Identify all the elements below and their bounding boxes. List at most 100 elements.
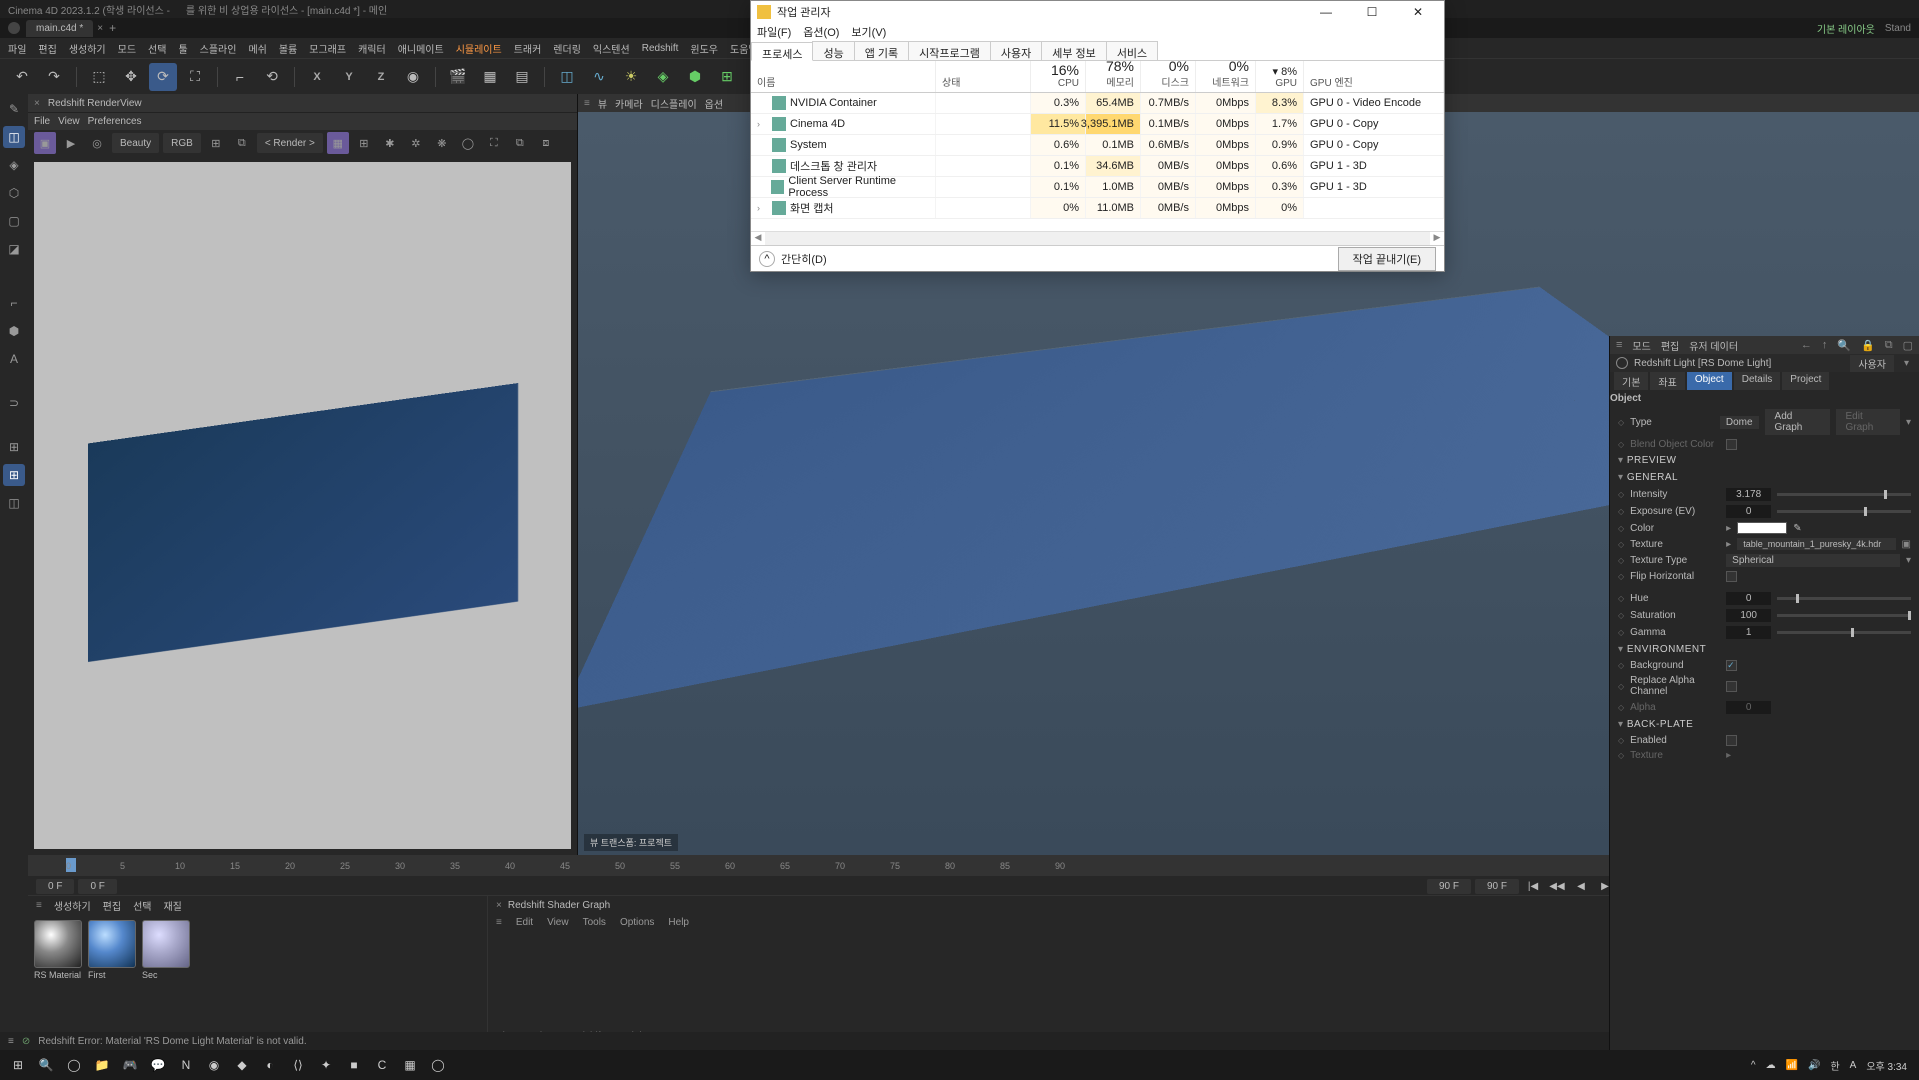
rv-mode-select[interactable]: Beauty (112, 133, 159, 153)
tab-processes[interactable]: 프로세스 (751, 42, 813, 61)
process-row[interactable]: NVIDIA Container0.3%65.4MB0.7MB/s0Mbps8.… (751, 93, 1444, 114)
rv-render-select[interactable]: < Render > (257, 133, 323, 153)
rv-grid-icon[interactable]: ⊞ (205, 132, 227, 154)
search-icon[interactable]: 🔍 (1837, 339, 1851, 352)
vp-menu-view[interactable]: 뷰 (598, 96, 607, 111)
rv-crop-icon[interactable]: ⧉ (231, 132, 253, 154)
exposure-slider[interactable] (1777, 510, 1911, 513)
user-select[interactable]: 사용자 (1850, 355, 1894, 372)
app1-icon[interactable]: ◆ (228, 1051, 256, 1079)
group-environment[interactable]: ENVIRONMENT (1610, 641, 1919, 658)
coord1-icon[interactable]: ⌐ (226, 63, 254, 91)
mat-create[interactable]: 생성하기 (54, 898, 91, 913)
process-row[interactable]: 데스크톱 창 관리자0.1%34.6MB0MB/s0Mbps0.6%GPU 1 … (751, 156, 1444, 177)
g-tools[interactable]: Tools (583, 917, 606, 928)
texture-type-select[interactable]: Spherical (1726, 554, 1900, 567)
coord-icon[interactable]: ⬢ (3, 320, 25, 342)
cinema4d-taskbar-icon[interactable]: C (368, 1051, 396, 1079)
tm-menu-options[interactable]: 옵션(O) (803, 24, 839, 40)
menu-spline[interactable]: 스플라인 (200, 41, 237, 56)
prev-key-icon[interactable]: ◀◀ (1547, 877, 1567, 895)
redo-icon[interactable]: ↷ (40, 63, 68, 91)
menu-mograph[interactable]: 모그래프 (309, 41, 346, 56)
ime-icon[interactable]: 한 (1830, 1058, 1839, 1073)
coord2-icon[interactable]: ⟲ (258, 63, 286, 91)
chrome-icon[interactable]: ◯ (60, 1051, 88, 1079)
ime-a-icon[interactable]: A (1850, 1060, 1857, 1071)
chevron-up-icon[interactable]: ^ (1751, 1060, 1756, 1071)
up-icon[interactable]: ↑ (1822, 339, 1828, 351)
add-graph-button[interactable]: Add Graph (1765, 409, 1830, 435)
steam-icon[interactable]: ◉ (200, 1051, 228, 1079)
tab-object[interactable]: Object (1687, 372, 1732, 390)
tab-details[interactable]: Details (1734, 372, 1781, 390)
render-settings-icon[interactable]: ▤ (508, 63, 536, 91)
mat-material[interactable]: 재질 (163, 898, 181, 913)
render-view-header[interactable]: × Redshift RenderView (28, 94, 577, 112)
process-row[interactable]: Client Server Runtime Process0.1%1.0MB0M… (751, 177, 1444, 198)
menu-file[interactable]: 파일 (8, 41, 26, 56)
axis-icon[interactable]: ⌐ (3, 292, 25, 314)
grid1-icon[interactable]: ⊞ (3, 436, 25, 458)
tab-performance[interactable]: 성능 (812, 41, 854, 60)
move-tool-icon[interactable]: ✥ (117, 63, 145, 91)
cube-icon[interactable]: ◫ (553, 63, 581, 91)
light-icon[interactable]: ☀ (617, 63, 645, 91)
sat-input[interactable]: 100 (1726, 609, 1771, 622)
render-icon[interactable]: 🎬 (444, 63, 472, 91)
rv-play-icon[interactable]: ▶ (60, 132, 82, 154)
app2-icon[interactable]: ◐ (256, 1051, 284, 1079)
menu-redshift[interactable]: Redshift (642, 43, 679, 54)
tm-menu-view[interactable]: 보기(V) (851, 24, 886, 40)
rv-menu-view[interactable]: View (58, 116, 80, 127)
mograph-icon[interactable]: ⊞ (713, 63, 741, 91)
text-icon[interactable]: A (3, 348, 25, 370)
rv-circle-icon[interactable]: ◯ (457, 132, 479, 154)
attr-edit[interactable]: 편집 (1661, 338, 1679, 353)
task-manager-window[interactable]: 작업 관리자 — ☐ ✕ 파일(F) 옵션(O) 보기(V) 프로세스 성능 앱… (750, 0, 1445, 272)
generator-icon[interactable]: ⬢ (681, 63, 709, 91)
popout-icon[interactable]: ⧉ (1885, 339, 1893, 352)
explorer-icon[interactable]: 📁 (88, 1051, 116, 1079)
rv-bucket-icon[interactable]: ▦ (327, 132, 349, 154)
enabled-checkbox[interactable] (1726, 735, 1737, 746)
cur-end-frame[interactable]: 90 F (1427, 879, 1471, 894)
mat-select[interactable]: 선택 (133, 898, 151, 913)
spline-icon[interactable]: ∿ (585, 63, 613, 91)
edge-mode-icon[interactable]: ▢ (3, 210, 25, 232)
start-button[interactable]: ⊞ (4, 1051, 32, 1079)
menu-simulate[interactable]: 시뮬레이트 (456, 41, 502, 56)
max-icon[interactable]: ▢ (1903, 339, 1913, 352)
search-icon[interactable]: 🔍 (32, 1051, 60, 1079)
hamburger-icon[interactable]: ≡ (1616, 339, 1622, 351)
type-select[interactable]: Dome (1720, 416, 1759, 429)
kakao-icon[interactable]: 💬 (144, 1051, 172, 1079)
keyframe-icon[interactable]: ◇ (1618, 418, 1624, 427)
group-preview[interactable]: PREVIEW (1610, 452, 1919, 469)
deformer-icon[interactable]: ◈ (649, 63, 677, 91)
rv-eff1-icon[interactable]: ⊞ (353, 132, 375, 154)
menu-select[interactable]: 선택 (148, 41, 166, 56)
end-task-button[interactable]: 작업 끝내기(E) (1338, 247, 1436, 271)
attr-mode[interactable]: 모드 (1632, 338, 1650, 353)
chevron-up-icon[interactable]: ^ (759, 251, 775, 267)
hamburger-icon[interactable]: ≡ (8, 1036, 14, 1047)
discord-icon[interactable]: 🎮 (116, 1051, 144, 1079)
document-tab[interactable]: main.c4d * (26, 20, 93, 37)
axis-y-icon[interactable]: Y (335, 63, 363, 91)
prev-frame-icon[interactable]: ◀ (1571, 877, 1591, 895)
vp-menu-camera[interactable]: 카메라 (615, 96, 643, 111)
eyedropper-icon[interactable]: ✎ (1793, 523, 1801, 534)
rv-rgb-select[interactable]: RGB (163, 133, 201, 153)
cur-start-frame[interactable]: 0 F (78, 879, 116, 894)
standard-layout[interactable]: Stand (1885, 23, 1911, 34)
material-item[interactable]: Sec (142, 920, 190, 1026)
back-icon[interactable]: ← (1801, 339, 1812, 351)
material-item[interactable]: First (88, 920, 136, 1026)
menu-window[interactable]: 윈도우 (690, 41, 718, 56)
menu-extension[interactable]: 익스텐션 (593, 41, 630, 56)
edit1-icon[interactable]: ✎ (3, 98, 25, 120)
rv-eff2-icon[interactable]: ✱ (379, 132, 401, 154)
minimize-button[interactable]: — (1306, 5, 1346, 19)
edit-graph-button[interactable]: Edit Graph (1836, 409, 1900, 435)
